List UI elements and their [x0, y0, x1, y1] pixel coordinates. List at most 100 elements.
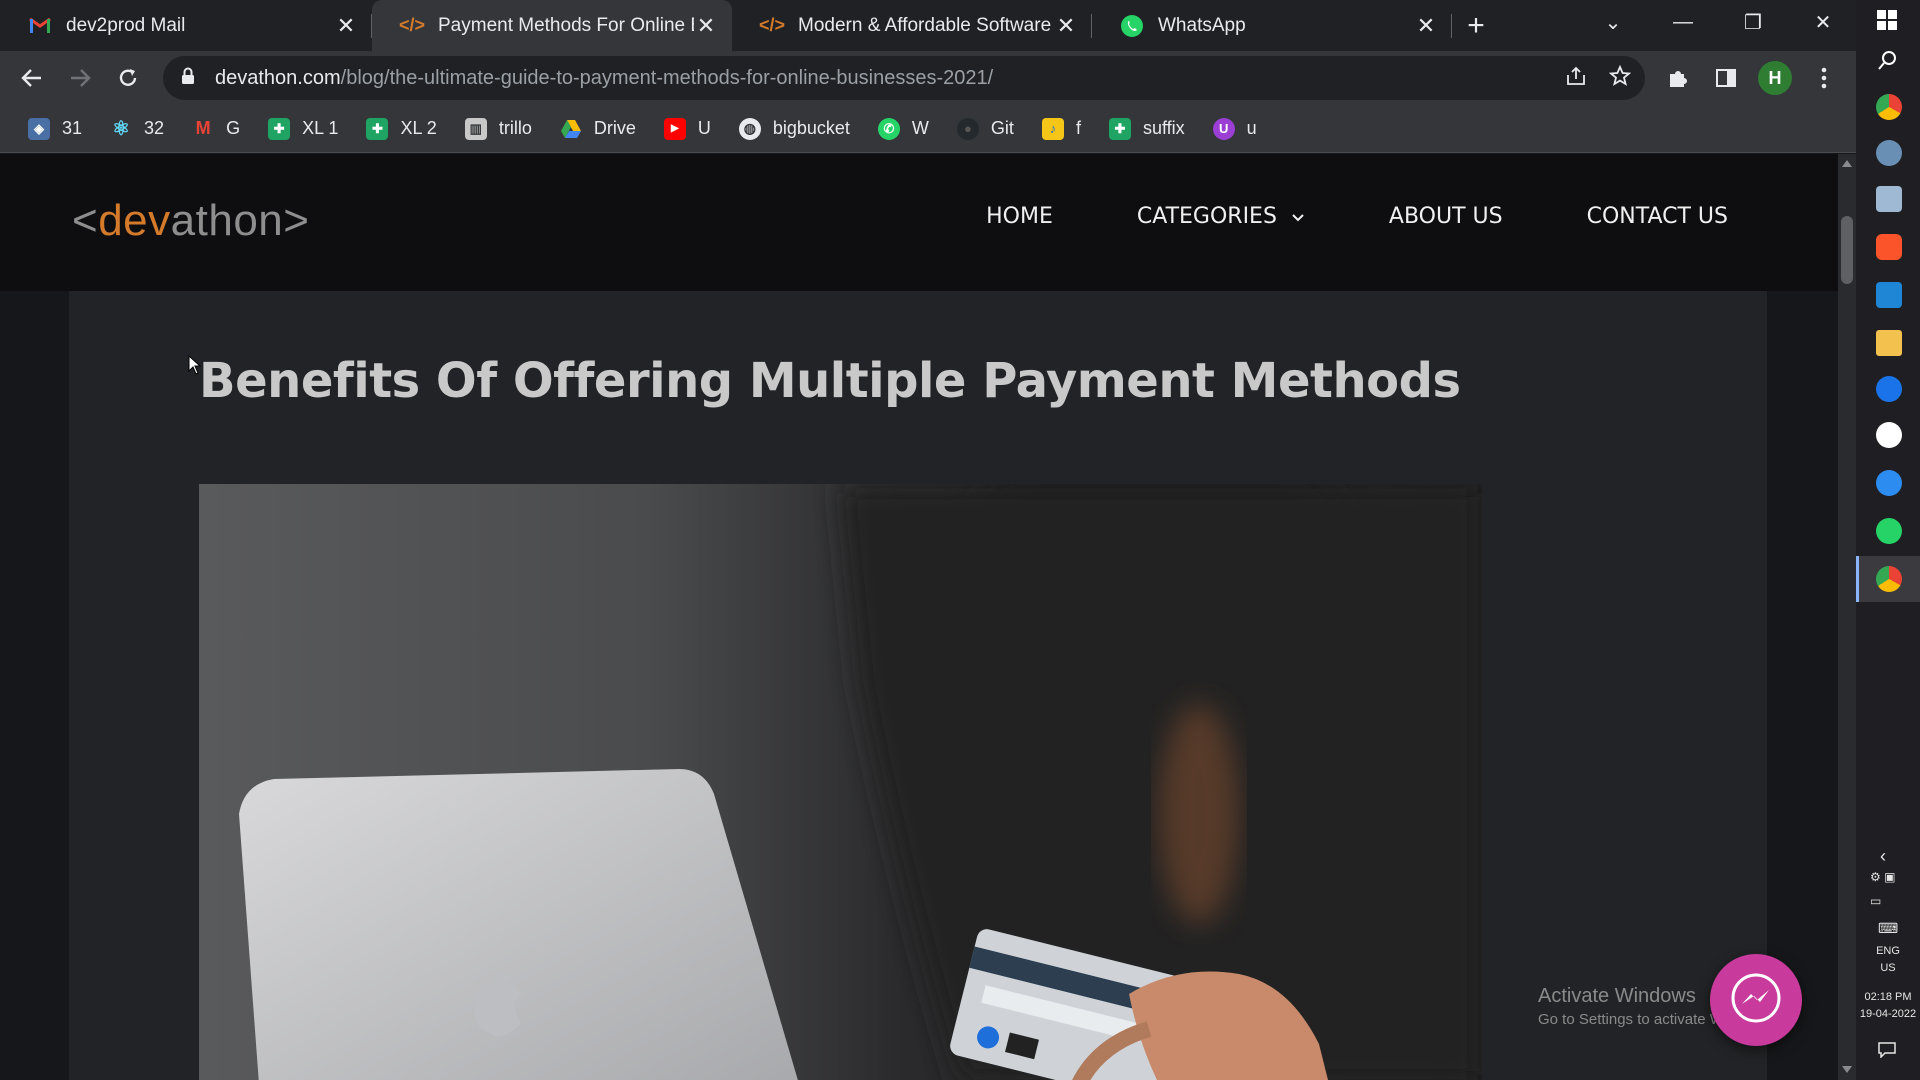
- hero-image: [199, 484, 1482, 1080]
- lock-icon[interactable]: [181, 67, 199, 90]
- safari-icon[interactable]: [1876, 470, 1902, 496]
- network-icon[interactable]: ▭: [1870, 894, 1881, 908]
- bookmark-g[interactable]: MG: [184, 112, 248, 146]
- tab-whatsapp[interactable]: WhatsApp ✕: [1092, 0, 1452, 51]
- sheets-icon: ✚: [366, 117, 389, 140]
- trello-icon: ▥: [464, 117, 487, 140]
- scroll-down-arrow-icon[interactable]: [1842, 1066, 1852, 1073]
- bookmark-xl1[interactable]: ✚ XL 1: [260, 112, 346, 146]
- reload-button[interactable]: [104, 54, 152, 102]
- gmail-icon: M: [195, 118, 211, 138]
- url-path: /blog/the-ultimate-guide-to-payment-meth…: [340, 66, 994, 89]
- minimize-button[interactable]: —: [1648, 0, 1718, 44]
- bookmark-xl2[interactable]: ✚ XL 2: [358, 112, 444, 146]
- maps-icon[interactable]: [1876, 376, 1902, 402]
- tab-gmail[interactable]: dev2prod Mail ✕: [0, 0, 372, 51]
- messenger-chat-button[interactable]: [1710, 954, 1802, 1046]
- messenger-icon: [1729, 971, 1783, 1030]
- tab-payment-methods[interactable]: </> Payment Methods For Online Bus ✕: [372, 0, 732, 51]
- close-tab-icon[interactable]: ✕: [1054, 13, 1078, 38]
- close-tab-icon[interactable]: ✕: [1414, 13, 1438, 38]
- extensions-puzzle-icon[interactable]: [1654, 54, 1702, 102]
- react-icon: ⚛: [112, 118, 130, 140]
- chevron-left-icon[interactable]: ‹: [1880, 846, 1886, 867]
- new-tab-button[interactable]: +: [1452, 0, 1500, 51]
- menu-kebab-icon[interactable]: [1800, 54, 1848, 102]
- notifications-icon[interactable]: [1878, 1042, 1896, 1063]
- search-icon[interactable]: [1878, 50, 1898, 75]
- globe-icon: ◍: [738, 117, 761, 140]
- share-icon[interactable]: [1565, 66, 1587, 91]
- nav-contact[interactable]: CONTACT US: [1587, 204, 1728, 229]
- nav-categories-label: CATEGORIES: [1136, 204, 1277, 229]
- file-explorer-icon[interactable]: [1876, 330, 1902, 356]
- close-window-button[interactable]: ✕: [1788, 0, 1858, 44]
- tab-software[interactable]: </> Modern & Affordable Software D ✕: [732, 0, 1092, 51]
- nav-categories[interactable]: CATEGORIES: [1137, 204, 1305, 229]
- back-button[interactable]: [8, 54, 56, 102]
- address-bar[interactable]: devathon.com/blog/the-ultimate-guide-to-…: [163, 56, 1645, 100]
- language-code[interactable]: ENG: [1856, 944, 1920, 959]
- mouse-cursor-icon: [188, 355, 202, 375]
- devathon-code-icon: </>: [398, 15, 426, 35]
- clock-time[interactable]: 02:18 PM: [1856, 990, 1920, 1005]
- app-circle-icon[interactable]: [1876, 422, 1902, 448]
- bookmark-32[interactable]: ⚛ 32: [102, 112, 172, 146]
- forward-button[interactable]: [56, 54, 104, 102]
- bookmark-u[interactable]: ▶ U: [656, 112, 719, 146]
- active-chrome-slot[interactable]: [1856, 556, 1920, 602]
- whatsapp-icon: ✆: [877, 117, 900, 140]
- url-text: devathon.com/blog/the-ultimate-guide-to-…: [215, 67, 993, 90]
- main-nav: HOME CATEGORIES ABOUT US CONTACT US: [986, 204, 1728, 229]
- chevron-down-icon: [1291, 204, 1305, 229]
- url-host: devathon.com: [215, 66, 341, 89]
- tab-title: Modern & Affordable Software D: [798, 14, 1054, 36]
- whatsapp-icon[interactable]: [1876, 518, 1902, 544]
- site-logo[interactable]: <devathon>: [72, 196, 309, 246]
- bookmark-w[interactable]: ✆ W: [870, 112, 937, 146]
- vscode-icon[interactable]: [1876, 282, 1902, 308]
- side-panel-icon[interactable]: [1702, 54, 1750, 102]
- tray-icons[interactable]: ⚙ ▣: [1870, 870, 1895, 884]
- bookmark-git[interactable]: ● Git: [949, 112, 1022, 146]
- nav-home[interactable]: HOME: [986, 204, 1053, 229]
- article-body: Benefits Of Offering Multiple Payment Me…: [69, 291, 1767, 1080]
- article-heading: Benefits Of Offering Multiple Payment Me…: [199, 353, 1461, 409]
- chrome-icon[interactable]: [1876, 94, 1902, 120]
- whatsapp-icon: [1120, 14, 1144, 38]
- language-region[interactable]: US: [1856, 961, 1920, 976]
- nav-about[interactable]: ABOUT US: [1389, 204, 1503, 229]
- bookmarks-bar: ◈ 31 ⚛ 32 MG ✚ XL 1 ✚ XL 2 ▥ trillo Drive ▶ U …: [0, 105, 1856, 153]
- tab-search-icon[interactable]: ⌄: [1578, 0, 1648, 44]
- gmail-icon: [28, 14, 52, 38]
- bookmark-u-lower[interactable]: Uu: [1205, 112, 1265, 146]
- scroll-up-arrow-icon[interactable]: [1842, 160, 1852, 167]
- close-tab-icon[interactable]: ✕: [334, 13, 358, 38]
- sheets-icon: ✚: [1108, 117, 1131, 140]
- bookmark-bigbucket[interactable]: ◍ bigbucket: [731, 112, 858, 146]
- windows-start-icon[interactable]: [1876, 9, 1898, 36]
- bookmark-drive[interactable]: Drive: [552, 112, 644, 146]
- bookmark-suffix[interactable]: ✚ suffix: [1101, 112, 1193, 146]
- profile-avatar[interactable]: H: [1751, 54, 1799, 102]
- browser-toolbar: devathon.com/blog/the-ultimate-guide-to-…: [0, 51, 1856, 105]
- bookmark-star-icon[interactable]: [1608, 64, 1632, 92]
- photos-icon[interactable]: [1876, 140, 1902, 166]
- page-viewport: <devathon> HOME CATEGORIES ABOUT US CONT…: [0, 154, 1838, 1080]
- page-scrollbar[interactable]: [1838, 154, 1856, 1080]
- brave-icon[interactable]: [1876, 234, 1902, 260]
- clock-date[interactable]: 19-04-2022: [1856, 1007, 1920, 1022]
- bookmark-trillo[interactable]: ▥ trillo: [457, 112, 540, 146]
- scrollbar-thumb[interactable]: [1841, 216, 1853, 284]
- folder-icon: ♪: [1041, 117, 1064, 140]
- u-icon: U: [1212, 117, 1235, 140]
- notes-icon[interactable]: [1876, 186, 1902, 212]
- keyboard-icon[interactable]: ⌨: [1878, 920, 1898, 937]
- tab-title: dev2prod Mail: [66, 14, 186, 36]
- bookmark-31[interactable]: ◈ 31: [20, 112, 90, 146]
- restore-button[interactable]: ❐: [1718, 0, 1788, 44]
- bookmark-f[interactable]: ♪ f: [1034, 112, 1089, 146]
- close-tab-icon[interactable]: ✕: [694, 13, 718, 38]
- tab-title: WhatsApp: [1158, 14, 1246, 36]
- app-icon: ◈: [28, 117, 50, 140]
